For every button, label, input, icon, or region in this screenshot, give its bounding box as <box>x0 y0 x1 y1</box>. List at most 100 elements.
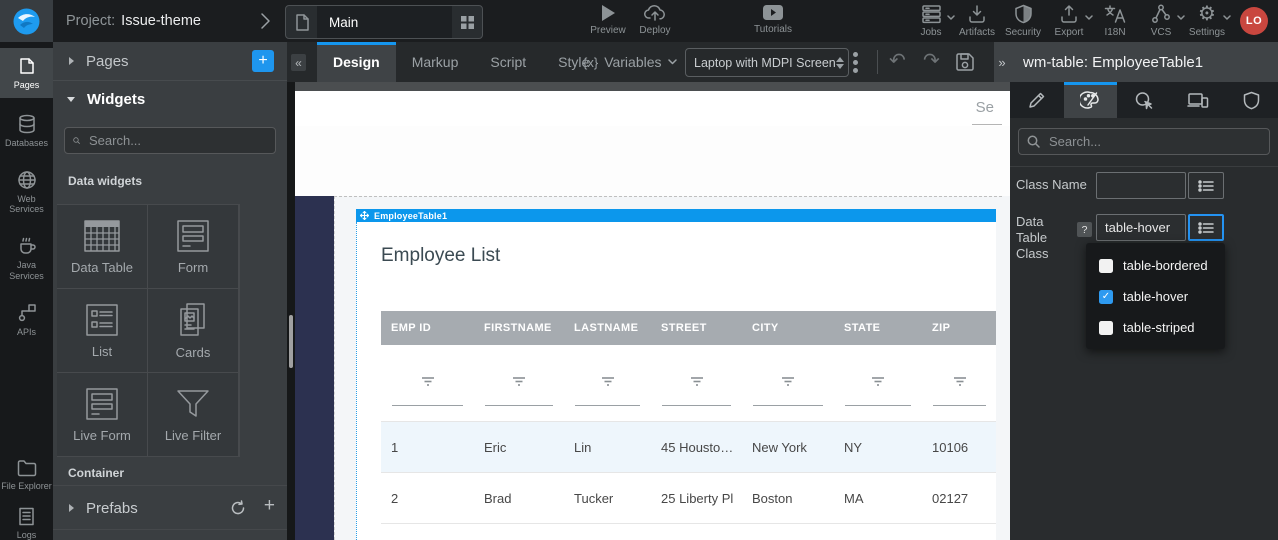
class-name-input[interactable] <box>1096 172 1186 199</box>
widget-live-filter[interactable]: Live Filter <box>148 373 238 456</box>
tab-script[interactable]: Script <box>474 42 542 82</box>
more-options-button[interactable] <box>853 52 858 73</box>
tab-markup[interactable]: Markup <box>396 42 475 82</box>
expand-right-panel-button[interactable]: » <box>994 42 1010 82</box>
rail-bottom-group: File Explorer Logs <box>0 452 53 540</box>
export-button[interactable]: Export <box>1046 4 1092 38</box>
column-filter[interactable] <box>474 345 564 421</box>
pages-section-header[interactable]: Pages + <box>53 42 287 81</box>
tab-properties[interactable] <box>1010 82 1064 118</box>
preview-button[interactable]: Preview <box>583 4 633 36</box>
widget-live-form[interactable]: Live Form <box>57 373 147 456</box>
rail-item-file-explorer[interactable]: File Explorer <box>0 452 53 499</box>
page-left-nav[interactable] <box>295 196 334 540</box>
column-header[interactable]: FIRSTNAME <box>474 311 564 345</box>
rail-item-web-services[interactable]: Web Services <box>0 162 53 223</box>
app-logo[interactable] <box>0 0 53 42</box>
add-page-button[interactable]: + <box>252 50 274 72</box>
add-prefab-button[interactable]: + <box>264 495 275 517</box>
column-filter[interactable] <box>742 345 834 421</box>
column-header[interactable]: STREET <box>651 311 742 345</box>
column-header[interactable]: CITY <box>742 311 834 345</box>
design-canvas: Se EmployeeTable1 Employee List EMP ID F… <box>287 82 1010 540</box>
user-avatar[interactable]: LO <box>1240 7 1268 35</box>
data-table-class-input[interactable] <box>1096 214 1186 241</box>
class-name-list-button[interactable] <box>1188 172 1224 199</box>
tab-main[interactable]: Main <box>317 6 452 38</box>
tab-design[interactable]: Design <box>317 42 396 82</box>
rail-item-apis[interactable]: APIs <box>0 295 53 345</box>
option-table-hover[interactable]: ✓ table-hover <box>1086 281 1225 312</box>
page-structure-section-header[interactable]: Page Structure <box>53 534 287 540</box>
column-header[interactable]: ZIP <box>922 311 996 345</box>
deploy-button[interactable]: Deploy <box>630 4 680 36</box>
widget-cards[interactable]: Cards <box>148 289 238 372</box>
option-table-striped[interactable]: table-striped <box>1086 312 1225 343</box>
page-header-area[interactable] <box>295 126 1010 196</box>
page-tab-bar: Main <box>285 5 483 39</box>
redo-button[interactable]: ↷ <box>923 51 940 71</box>
tab-devices[interactable] <box>1171 82 1225 118</box>
rail-item-pages[interactable]: Pages <box>0 48 53 98</box>
page-navbar-search-partial[interactable]: Se <box>976 99 994 116</box>
filter-icon <box>781 376 795 388</box>
widget-search-input[interactable] <box>87 132 267 149</box>
save-button[interactable] <box>955 52 975 72</box>
checkbox-checked[interactable]: ✓ <box>1099 290 1113 304</box>
tab-security[interactable] <box>1224 82 1278 118</box>
column-header[interactable]: EMP ID <box>381 311 474 345</box>
device-preview-select[interactable]: Laptop with MDPI Screen <box>685 48 849 77</box>
column-header[interactable]: LASTNAME <box>564 311 651 345</box>
rail-item-logs[interactable]: Logs <box>0 499 53 540</box>
class-name-label: Class Name <box>1016 177 1092 193</box>
filter-icon <box>601 376 615 388</box>
collapse-left-panel-button[interactable]: « <box>291 54 306 71</box>
security-button[interactable]: Security <box>1000 4 1046 38</box>
table-row[interactable]: 1 Eric Lin 45 Housto… New York NY 10106 <box>381 421 996 472</box>
refresh-prefabs-icon[interactable] <box>230 500 246 516</box>
property-search-input[interactable] <box>1047 133 1261 150</box>
variables-button[interactable]: {x} Variables <box>583 42 677 82</box>
table-row[interactable]: 2 Brad Tucker 25 Liberty Pl Boston MA 02… <box>381 472 996 523</box>
jobs-button[interactable]: Jobs <box>908 4 954 38</box>
download-artifacts-icon <box>967 4 987 24</box>
search-icon <box>73 134 80 147</box>
pages-grid-icon[interactable] <box>452 16 482 29</box>
rail-item-databases[interactable]: Databases <box>0 106 53 156</box>
prefabs-section-header[interactable]: Prefabs + <box>53 490 287 526</box>
filter-icon <box>690 376 704 388</box>
column-filter[interactable] <box>922 345 996 421</box>
project-breadcrumb: Project: Issue-theme <box>66 0 201 42</box>
column-filter[interactable] <box>564 345 651 421</box>
checkbox-unchecked[interactable] <box>1099 321 1113 335</box>
settings-button[interactable]: ⚙ Settings <box>1184 4 1230 38</box>
data-table-class-list-button[interactable] <box>1188 214 1224 241</box>
column-filter[interactable] <box>834 345 922 421</box>
property-search[interactable] <box>1018 128 1270 155</box>
canvas-scrollbar[interactable] <box>289 315 293 368</box>
artifacts-button[interactable]: Artifacts <box>954 4 1000 38</box>
column-header[interactable]: STATE <box>834 311 922 345</box>
employee-table-widget[interactable]: EmployeeTable1 Employee List EMP ID FIRS… <box>356 209 996 540</box>
i18n-button[interactable]: I18N <box>1092 4 1138 38</box>
widget-search[interactable] <box>64 127 276 154</box>
checkbox-unchecked[interactable] <box>1099 259 1113 273</box>
widget-form[interactable]: Form <box>148 205 238 288</box>
cards-icon <box>176 302 210 338</box>
pages-icon <box>18 56 36 76</box>
option-table-bordered[interactable]: table-bordered <box>1086 250 1225 281</box>
vcs-button[interactable]: VCS <box>1138 4 1184 38</box>
widget-data-table[interactable]: Data Table <box>57 205 147 288</box>
widgets-section-header[interactable]: Widgets <box>53 81 287 117</box>
tab-events[interactable] <box>1117 82 1171 118</box>
tab-styles[interactable] <box>1064 82 1118 118</box>
undo-button[interactable]: ↶ <box>889 51 906 71</box>
rail-item-java-services[interactable]: Java Services <box>0 228 53 289</box>
help-button[interactable]: ? <box>1077 222 1092 237</box>
tutorials-button[interactable]: Tutorials <box>748 4 798 35</box>
container-dashed-border <box>334 196 1002 197</box>
widget-list[interactable]: List <box>57 289 147 372</box>
widget-selection-bar[interactable]: EmployeeTable1 <box>356 209 996 222</box>
column-filter[interactable] <box>381 345 474 421</box>
column-filter[interactable] <box>651 345 742 421</box>
